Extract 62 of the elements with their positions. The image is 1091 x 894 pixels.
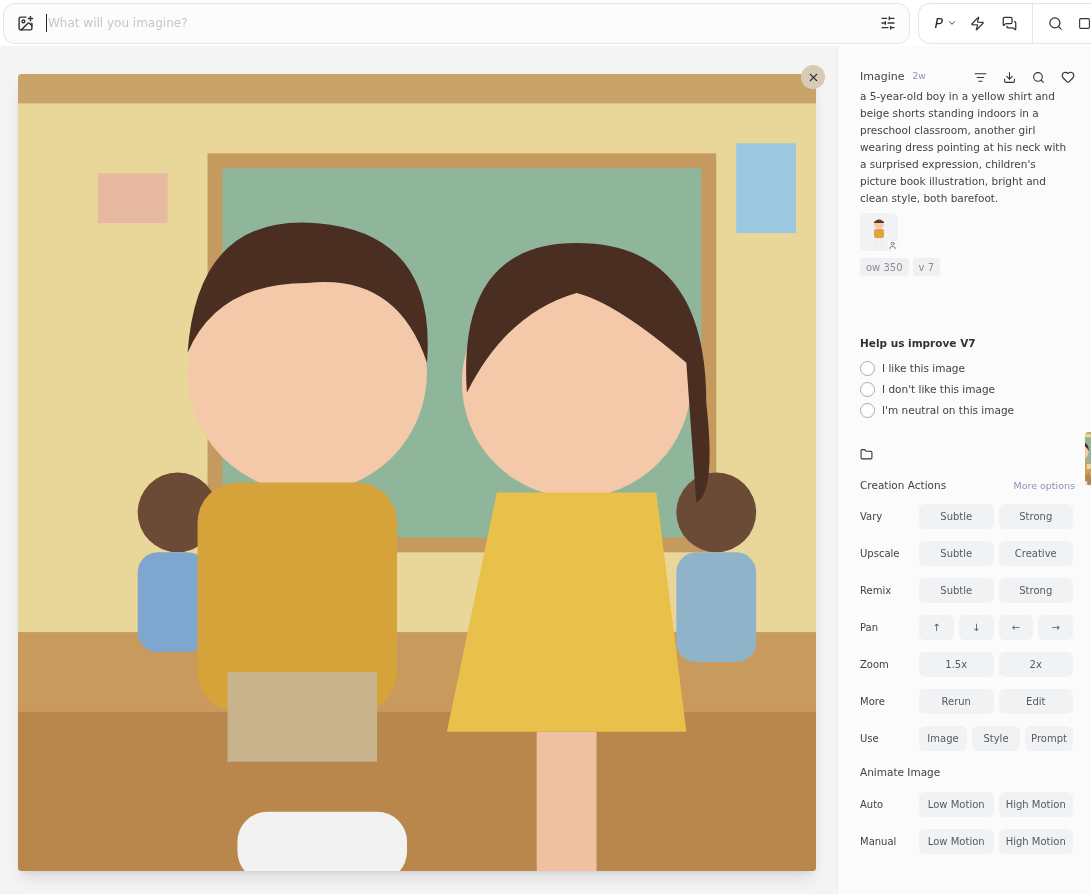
add-image-icon[interactable] [17, 14, 34, 32]
search-icon[interactable] [1032, 70, 1045, 84]
action-button[interactable]: Style [972, 725, 1020, 751]
settings-icon[interactable] [879, 15, 896, 31]
download-icon[interactable] [1003, 70, 1016, 84]
action-label: Manual [860, 834, 898, 849]
square-icon[interactable] [1078, 16, 1091, 30]
parameter-tag: v 7 [912, 258, 941, 276]
action-button[interactable]: Edit [998, 688, 1073, 714]
list-icon[interactable] [974, 70, 987, 84]
caret-icon [947, 18, 957, 28]
action-label: Upscale [860, 546, 901, 561]
folder-icon[interactable] [860, 447, 873, 461]
action-button[interactable]: ↑ [919, 614, 954, 640]
action-button[interactable]: Prompt [1025, 725, 1073, 751]
action-label: Auto [860, 797, 885, 812]
side-thumbnail[interactable] [1085, 432, 1091, 485]
action-button[interactable]: Strong [998, 503, 1073, 529]
action-label: Use [860, 731, 880, 746]
action-button[interactable]: 2x [998, 651, 1073, 677]
chat-icon[interactable] [1002, 15, 1017, 31]
mode-label: Imagine [860, 68, 905, 85]
action-button[interactable]: Low Motion [919, 828, 994, 854]
action-button[interactable]: Creative [998, 540, 1073, 566]
action-button[interactable]: Subtle [919, 503, 994, 529]
action-button[interactable]: 1.5x [919, 651, 994, 677]
radio-button[interactable] [860, 382, 875, 398]
action-label: More [860, 694, 886, 709]
feedback-option[interactable]: I don't like this image [860, 381, 1075, 398]
character-icon [871, 218, 887, 246]
parameter-tag: ow 350 [860, 258, 909, 276]
search-icon[interactable] [1048, 15, 1063, 31]
prompt-text: a 5-year-old boy in a yellow shirt and beige shorts standing indoors in a preschool classroom, another girl wearing dress pointing at his neck with a surprised expression, children's picture book illustration, bright and clean style, both barefoot. [860, 89, 1068, 206]
lightning-icon[interactable] [970, 15, 985, 31]
action-button[interactable]: High Motion [998, 791, 1073, 817]
action-button[interactable]: High Motion [998, 828, 1073, 854]
feedback-option[interactable]: I like this image [860, 360, 1075, 377]
personalize-button[interactable]: P [934, 12, 957, 34]
action-button[interactable]: → [1038, 614, 1073, 640]
action-button[interactable]: Strong [998, 577, 1073, 603]
action-button[interactable]: Subtle [919, 577, 994, 603]
action-button[interactable]: Low Motion [919, 791, 994, 817]
age-label: 2w [912, 70, 926, 84]
action-button[interactable]: Subtle [919, 540, 994, 566]
action-button[interactable]: ← [998, 614, 1034, 640]
person-icon [888, 241, 897, 250]
radio-button[interactable] [860, 403, 875, 419]
radio-button[interactable] [860, 361, 875, 377]
action-button[interactable]: ↓ [958, 614, 994, 640]
feedback-option[interactable]: I'm neutral on this image [860, 402, 1075, 419]
heart-icon[interactable] [1061, 70, 1075, 84]
action-label: Remix [860, 583, 893, 598]
reference-thumbnail[interactable] [860, 213, 898, 251]
action-label: Pan [860, 620, 880, 635]
action-button[interactable]: Rerun [919, 688, 994, 714]
action-label: Vary [860, 509, 884, 524]
section-title: Creation Actions [860, 477, 947, 493]
feedback-title: Help us improve V7 [860, 336, 977, 351]
close-button[interactable] [801, 65, 825, 89]
action-label: Zoom [860, 657, 890, 672]
section-title: Animate Image [860, 764, 942, 780]
action-button[interactable]: Image [919, 725, 967, 751]
